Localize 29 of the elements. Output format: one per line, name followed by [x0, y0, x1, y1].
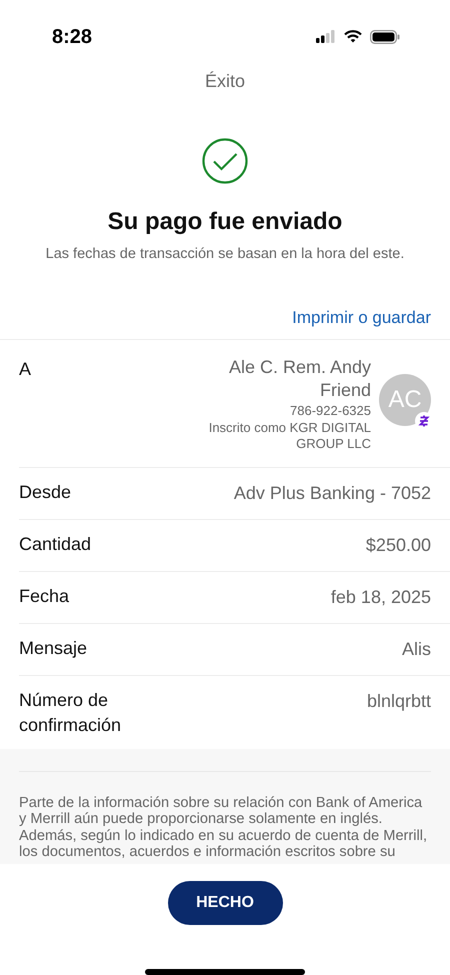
- detail-label: Fecha: [19, 585, 70, 608]
- detail-label: Número de confirmación: [19, 689, 122, 737]
- detail-value: $250.00: [366, 534, 431, 558]
- avatar-initials: AC: [388, 384, 422, 415]
- detail-label: A: [19, 358, 32, 381]
- detail-value: Alis: [402, 638, 431, 662]
- clock-time: 8:28: [52, 24, 92, 50]
- disclaimer-line: los documentos, acuerdos e información escritos sobre su: [19, 844, 396, 861]
- confirmation-heading: Su pago fue enviado: [106, 206, 344, 237]
- detail-value: blnlqrbtt: [366, 690, 431, 714]
- detail-label: Desde: [19, 481, 72, 504]
- wifi-icon: [344, 30, 362, 44]
- print-save-link[interactable]: Imprimir o guardar: [292, 305, 431, 331]
- detail-label: Mensaje: [19, 637, 88, 660]
- disclaimer-line: y Merrill aún puede proporcionarse solamente en inglés.: [19, 811, 384, 828]
- signal-icon: [316, 30, 336, 44]
- recipient-name: Ale C. Rem. Andy Friend: [228, 356, 371, 402]
- detail-value: Adv Plus Banking - 7052: [234, 482, 431, 506]
- screen-title: Éxito: [204, 70, 246, 93]
- done-button[interactable]: HECHO: [168, 881, 282, 925]
- detail-value: feb 18, 2025: [330, 586, 431, 610]
- detail-label: Cantidad: [19, 533, 92, 556]
- enrolled-name: Inscrito como KGR DIGITAL GROUP LLC: [208, 420, 371, 454]
- disclaimer-line: Además, según lo indicado en su acuerdo de cuenta de Merrill,: [19, 828, 428, 844]
- disclaimer-line: Parte de la información sobre su relación con Bank of America: [19, 794, 424, 812]
- battery-icon: [370, 30, 400, 44]
- timezone-note: Las fechas de transacción se basan en la hora del este.: [44, 244, 406, 264]
- recipient-phone: 786-922-6325: [289, 402, 371, 420]
- check-circle-icon: [202, 138, 248, 184]
